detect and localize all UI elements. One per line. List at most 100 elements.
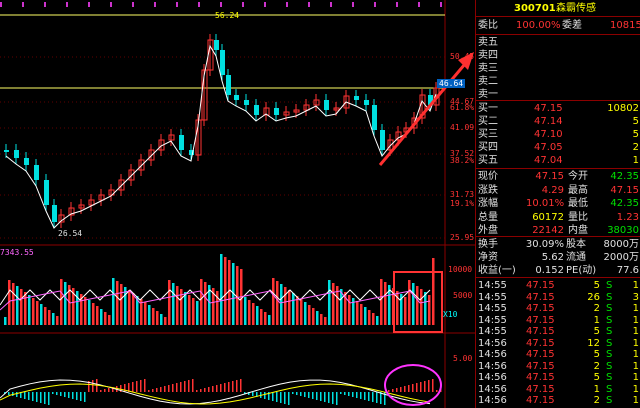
- kline-chart-area[interactable]: 56.24 26.54 7343.55 10000 5000 X10 5.00 …: [0, 0, 475, 408]
- stat-value: 4.29: [541, 184, 564, 196]
- volume-bar: [296, 296, 299, 325]
- buy-volume: 5: [632, 129, 639, 140]
- volume-bar: [280, 284, 283, 325]
- stat-label: 总量: [478, 211, 498, 223]
- tick-row[interactable]: 14:56 47.15 2 S 1: [476, 395, 640, 407]
- buy-row[interactable]: 买二 47.14 5: [476, 115, 640, 128]
- volume-bar: [288, 290, 291, 325]
- macd-bar: [324, 392, 326, 402]
- volume-bar: [316, 311, 319, 325]
- macd-bar: [220, 384, 222, 392]
- candle-body: [380, 130, 385, 150]
- tick-count: 1: [632, 326, 639, 337]
- sell-label: 卖二: [478, 76, 498, 87]
- macd-bar: [280, 392, 282, 403]
- kline-chart[interactable]: [0, 0, 475, 408]
- tick-count: 1: [632, 360, 639, 372]
- tick-row[interactable]: 14:55 47.15 5 S 1: [476, 280, 640, 292]
- sell-row[interactable]: 卖四: [476, 49, 640, 62]
- tick-row[interactable]: 14:56 47.15 12 S 1: [476, 338, 640, 350]
- volume-bar: [360, 304, 363, 325]
- volume-bar: [32, 298, 35, 325]
- volume-bar: [104, 312, 107, 325]
- macd-bar: [340, 392, 342, 394]
- fund-row: 净资 5.62 流通 2000万: [476, 251, 640, 264]
- macd-bar: [372, 392, 374, 402]
- buy-row[interactable]: 买四 47.05 2: [476, 141, 640, 154]
- tick-price: 47.15: [526, 326, 555, 337]
- tick-row[interactable]: 14:55 47.15 2 S 1: [476, 303, 640, 315]
- macd-bar: [300, 392, 302, 396]
- tick-count: 3: [632, 291, 639, 303]
- sell-label: 卖四: [478, 50, 498, 61]
- tick-row[interactable]: 14:55 47.15 26 S 3: [476, 292, 640, 304]
- quote-panel: 300701 森霸传感 委比 100.00% 委差 10815 卖五 卖四 卖三 卖二…: [475, 0, 640, 408]
- buy-row[interactable]: 买三 47.10 5: [476, 128, 640, 141]
- tick-row[interactable]: 14:55 47.15 1 S 1: [476, 315, 640, 327]
- macd-bar: [100, 390, 102, 392]
- macd-bar: [428, 380, 430, 392]
- volume-bar: [328, 280, 331, 325]
- volume-bar: [152, 308, 155, 325]
- macd-bar: [376, 392, 378, 403]
- macd-bar: [148, 390, 150, 392]
- low-price-label: 26.54: [58, 229, 83, 238]
- candle-body: [14, 150, 19, 158]
- tick-row[interactable]: 14:56 47.15 5 S 1: [476, 349, 640, 361]
- stat-row: 总量 60172 量比 1.23: [476, 211, 640, 224]
- tick-side: S: [606, 360, 613, 372]
- stat-label: 最低: [568, 198, 588, 209]
- macd-bar: [224, 383, 226, 392]
- candle-body: [214, 40, 219, 50]
- sell-label: 卖三: [478, 63, 498, 74]
- macd-bar: [308, 392, 310, 398]
- macd-bar: [436, 390, 438, 392]
- tick-price: 47.15: [526, 383, 555, 395]
- candle-body: [254, 105, 259, 115]
- tick-count: 1: [632, 314, 639, 326]
- tick-time: 14:56: [478, 372, 507, 383]
- tick-side: S: [606, 326, 613, 337]
- buy-row[interactable]: 买一 47.15 10802: [476, 102, 640, 115]
- macd-bar: [236, 380, 238, 392]
- tick-price: 47.15: [526, 291, 555, 303]
- tick-price: 47.15: [526, 349, 555, 360]
- sell-row[interactable]: 卖五: [476, 36, 640, 49]
- volume-bar: [264, 312, 267, 325]
- fund-value: 5.62: [541, 252, 564, 263]
- volume-bar: [244, 297, 247, 325]
- macd-bar: [312, 392, 314, 399]
- weibi-row: 委比 100.00% 委差 10815: [478, 20, 640, 31]
- macd-bar: [276, 392, 278, 402]
- tick-volume: 5: [593, 326, 600, 337]
- sell-row[interactable]: 卖三: [476, 62, 640, 75]
- candle-body: [324, 100, 329, 110]
- tick-row[interactable]: 14:56 47.15 2 S 1: [476, 361, 640, 373]
- macd-bar: [216, 385, 218, 392]
- macd-bar: [368, 392, 370, 401]
- tick-row[interactable]: 14:55 47.15 5 S 1: [476, 326, 640, 338]
- candle-body: [274, 108, 279, 115]
- tick-count: 1: [632, 280, 639, 291]
- volume-bar: [404, 297, 407, 325]
- macd-bar: [420, 382, 422, 392]
- event-marker: [352, 2, 354, 7]
- tick-row[interactable]: 14:56 47.15 5 S 1: [476, 372, 640, 384]
- volume-bar: [228, 260, 231, 325]
- sell-row[interactable]: 卖二: [476, 75, 640, 88]
- volume-bar: [260, 309, 263, 325]
- volume-bar: [292, 293, 295, 325]
- volume-bar: [116, 281, 119, 325]
- candle-body: [24, 158, 29, 165]
- volume-bar: [60, 279, 63, 325]
- tick-side: S: [606, 337, 613, 349]
- tick-row[interactable]: 14:56 47.15 1 S 1: [476, 384, 640, 396]
- macd-bar: [172, 384, 174, 392]
- buy-row[interactable]: 买五 47.04 1: [476, 154, 640, 167]
- macd-bar: [152, 389, 154, 392]
- buy-volume: 10802: [607, 103, 639, 114]
- sell-label: 卖五: [478, 37, 498, 48]
- tick-side: S: [606, 314, 613, 326]
- volume-bar: [380, 279, 383, 325]
- volume-bar: [384, 282, 387, 325]
